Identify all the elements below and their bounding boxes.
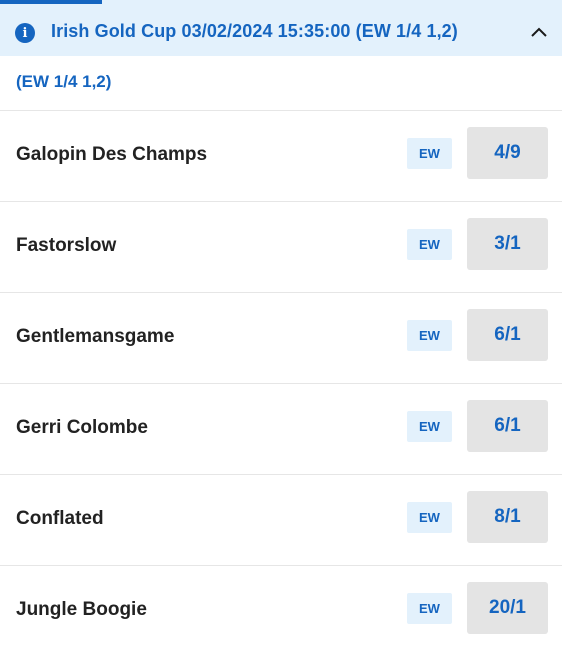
- chevron-up-glyph: [531, 27, 547, 37]
- odds-button[interactable]: 6/1: [467, 309, 548, 361]
- runner-row: Gentlemansgame EW 6/1: [0, 292, 562, 383]
- each-way-badge: EW: [407, 502, 452, 533]
- runner-name: Gentlemansgame: [16, 326, 175, 347]
- runner-name: Jungle Boogie: [16, 599, 147, 620]
- runner-name: Conflated: [16, 508, 104, 529]
- info-icon[interactable]: i: [15, 23, 35, 43]
- each-way-terms: (EW 1/4 1,2): [16, 72, 112, 91]
- odds-button[interactable]: 4/9: [467, 127, 548, 179]
- odds-button[interactable]: 6/1: [467, 400, 548, 452]
- runner-row: Gerri Colombe EW 6/1: [0, 383, 562, 474]
- runner-list: Galopin Des Champs EW 4/9 Fastorslow EW …: [0, 110, 562, 651]
- odds-button[interactable]: 20/1: [467, 582, 548, 634]
- each-way-badge: EW: [407, 411, 452, 442]
- market-title: Irish Gold Cup 03/02/2024 15:35:00 (EW 1…: [51, 21, 458, 41]
- each-way-badge: EW: [407, 320, 452, 351]
- each-way-badge: EW: [407, 229, 452, 260]
- runner-row: Fastorslow EW 3/1: [0, 201, 562, 292]
- chevron-up-icon[interactable]: [528, 21, 550, 43]
- odds-button[interactable]: 3/1: [467, 218, 548, 270]
- market-header[interactable]: i Irish Gold Cup 03/02/2024 15:35:00 (EW…: [0, 0, 562, 56]
- runner-name: Fastorslow: [16, 235, 117, 256]
- odds-button[interactable]: 8/1: [467, 491, 548, 543]
- runner-name: Gerri Colombe: [16, 417, 148, 438]
- runner-name: Galopin Des Champs: [16, 144, 208, 165]
- each-way-badge: EW: [407, 593, 452, 624]
- active-tab-indicator: [0, 0, 102, 4]
- runner-row: Conflated EW 8/1: [0, 474, 562, 565]
- runner-row: Galopin Des Champs EW 4/9: [0, 110, 562, 201]
- each-way-badge: EW: [407, 138, 452, 169]
- runner-row: Jungle Boogie EW 20/1: [0, 565, 562, 651]
